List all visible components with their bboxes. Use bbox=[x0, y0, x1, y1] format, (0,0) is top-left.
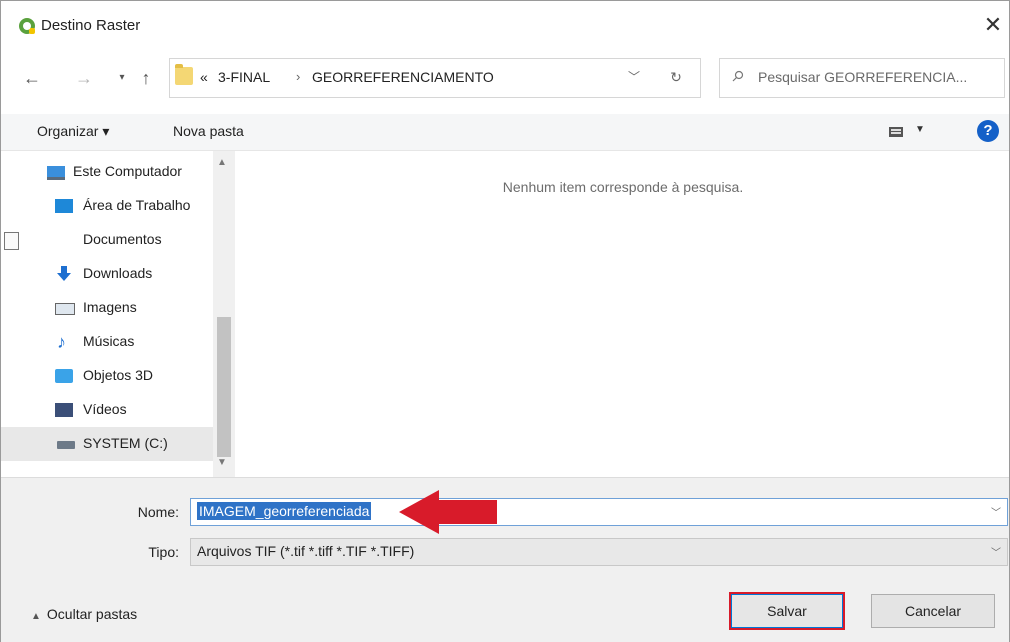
documents-icon bbox=[4, 232, 19, 250]
type-label: Tipo: bbox=[148, 544, 179, 560]
save-dialog: Destino Raster ✕ ← → ▾ ↑ « 3-FINAL › GEO… bbox=[0, 0, 1010, 642]
help-button[interactable]: ? bbox=[977, 120, 999, 142]
recent-locations-chevron-icon[interactable]: ▾ bbox=[111, 63, 133, 93]
annotation-arrow-icon bbox=[399, 490, 497, 534]
save-form-panel: Nome: IMAGEM_georreferenciada ﹀ Tipo: Ar… bbox=[1, 477, 1009, 642]
nav-item-videos[interactable]: Vídeos bbox=[1, 393, 213, 427]
nav-item-label: SYSTEM (C:) bbox=[83, 435, 168, 451]
title-bar: Destino Raster ✕ bbox=[1, 1, 1009, 49]
desktop-icon bbox=[55, 199, 73, 213]
nav-item-area-de-trabalho[interactable]: Área de Trabalho bbox=[1, 189, 213, 223]
file-type-value: Arquivos TIF (*.tif *.tiff *.TIF *.TIFF) bbox=[197, 543, 415, 559]
navigation-scrollbar[interactable]: ▲ ▼ bbox=[213, 151, 235, 477]
organize-menu-button[interactable]: Organizar ▾ bbox=[37, 123, 109, 140]
file-list-area[interactable]: Nenhum item corresponde à pesquisa. bbox=[237, 151, 1009, 477]
scrollbar-thumb[interactable] bbox=[217, 317, 231, 457]
name-label: Nome: bbox=[137, 504, 179, 520]
file-type-select[interactable]: Arquivos TIF (*.tif *.tiff *.TIF *.TIFF)… bbox=[190, 538, 1008, 566]
downloads-icon bbox=[57, 266, 71, 281]
back-arrow-icon[interactable]: ← bbox=[21, 63, 43, 93]
nav-item-musicas[interactable]: ♪ Músicas bbox=[1, 325, 213, 359]
window-title: Destino Raster bbox=[41, 17, 141, 34]
close-button[interactable]: ✕ bbox=[981, 11, 1005, 39]
nav-item-label: Documentos bbox=[83, 231, 162, 247]
drive-icon bbox=[57, 441, 75, 449]
forward-arrow-icon[interactable]: → bbox=[73, 63, 95, 93]
chevron-down-icon[interactable]: ﹀ bbox=[991, 504, 1001, 519]
refresh-icon[interactable]: ↻ bbox=[662, 63, 690, 91]
nav-item-objetos-3d[interactable]: Objetos 3D bbox=[1, 359, 213, 393]
empty-message: Nenhum item corresponde à pesquisa. bbox=[502, 179, 744, 195]
pictures-icon bbox=[55, 303, 75, 315]
cancel-button[interactable]: Cancelar bbox=[871, 594, 995, 628]
new-folder-button[interactable]: Nova pasta bbox=[173, 123, 244, 139]
command-toolbar: Organizar ▾ Nova pasta ▼ ? bbox=[1, 114, 1009, 151]
nav-item-downloads[interactable]: Downloads bbox=[1, 257, 213, 291]
3d-objects-icon bbox=[55, 369, 73, 383]
computer-icon bbox=[47, 166, 65, 180]
breadcrumb-georreferenciamento[interactable]: GEORREFERENCIAMENTO bbox=[312, 69, 494, 85]
nav-item-label: Músicas bbox=[83, 333, 135, 349]
chevron-down-icon: ▼ bbox=[915, 124, 925, 135]
view-options-button[interactable]: ▼ bbox=[885, 122, 933, 144]
scroll-down-icon[interactable]: ▼ bbox=[217, 457, 227, 468]
breadcrumb-overflow[interactable]: « bbox=[200, 69, 208, 85]
navigation-pane: Este Computador Área de Trabalho Documen… bbox=[1, 151, 237, 477]
search-box[interactable]: Pesquisar GEORREFERENCIA... bbox=[719, 58, 1005, 98]
nav-item-label: Imagens bbox=[83, 299, 137, 315]
folder-icon bbox=[175, 64, 193, 85]
nav-item-documentos[interactable]: Documentos bbox=[1, 223, 213, 257]
nav-item-label: Vídeos bbox=[83, 401, 127, 417]
nav-item-label: Downloads bbox=[83, 265, 153, 281]
hide-folders-toggle[interactable]: ▲ Ocultar pastas bbox=[31, 606, 137, 622]
nav-item-label: Objetos 3D bbox=[83, 367, 154, 383]
up-arrow-icon[interactable]: ↑ bbox=[135, 63, 157, 93]
scroll-up-icon[interactable]: ▲ bbox=[217, 157, 227, 168]
address-dropdown-icon[interactable]: ﹀ bbox=[620, 63, 648, 91]
nav-item-system-c[interactable]: SYSTEM (C:) bbox=[1, 427, 213, 461]
file-name-value: IMAGEM_georreferenciada bbox=[197, 502, 372, 520]
address-bar[interactable]: « 3-FINAL › GEORREFERENCIAMENTO ﹀ ↻ bbox=[169, 58, 701, 98]
music-icon: ♪ bbox=[57, 332, 66, 352]
file-name-input[interactable]: IMAGEM_georreferenciada ﹀ bbox=[190, 498, 1008, 526]
chevron-down-icon: ﹀ bbox=[991, 548, 1001, 559]
chevron-up-icon: ▲ bbox=[31, 611, 41, 622]
breadcrumb-3-final[interactable]: 3-FINAL bbox=[218, 69, 270, 85]
qgis-logo-icon bbox=[19, 18, 35, 34]
search-icon bbox=[732, 70, 744, 82]
nav-item-label: Área de Trabalho bbox=[83, 197, 191, 213]
nav-item-imagens[interactable]: Imagens bbox=[1, 291, 213, 325]
videos-icon bbox=[55, 403, 73, 417]
hide-folders-label: Ocultar pastas bbox=[46, 606, 138, 622]
view-list-icon bbox=[889, 127, 903, 137]
breadcrumb-separator: › bbox=[296, 69, 301, 84]
search-input[interactable]: Pesquisar GEORREFERENCIA... bbox=[758, 69, 998, 85]
save-button[interactable]: Salvar bbox=[731, 594, 843, 628]
nav-item-label: Este Computador bbox=[73, 163, 182, 179]
nav-item-este-computador[interactable]: Este Computador bbox=[1, 155, 213, 189]
